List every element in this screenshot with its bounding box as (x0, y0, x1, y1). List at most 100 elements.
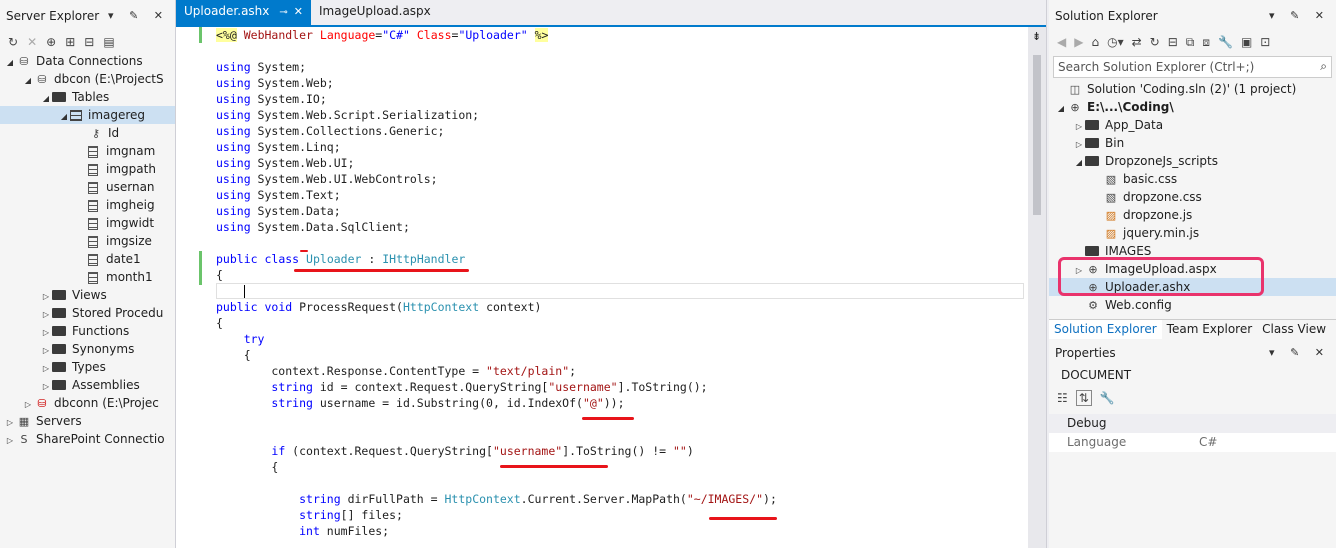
tree-item-label: Stored Procedu (72, 306, 164, 320)
connect-to-database-icon[interactable]: ⊕ (46, 35, 56, 49)
sync-icon[interactable]: ⇄ (1132, 35, 1142, 49)
properties-wrench-icon[interactable]: 🔧 (1218, 35, 1233, 49)
collapse-arrow-icon[interactable]: ◢ (22, 72, 34, 88)
tree-item[interactable]: ▧ dropzone.css (1049, 188, 1336, 206)
tree-item[interactable]: ◢ Tables (0, 88, 175, 106)
refresh-icon[interactable]: ↻ (8, 35, 18, 49)
home-icon[interactable]: ⌂ (1091, 35, 1099, 49)
scrollbar-thumb[interactable] (1033, 55, 1041, 215)
tree-item[interactable]: ▨ dropzone.js (1049, 206, 1336, 224)
forward-icon[interactable]: ▶ (1074, 35, 1083, 49)
tree-item[interactable]: ▷ Bin (1049, 134, 1336, 152)
tree-item[interactable]: ◢ ⛁ dbcon (E:\ProjectS (0, 70, 175, 88)
tree-item[interactable]: ▷ ▦ Servers (0, 412, 175, 430)
panel-window-buttons[interactable]: ▾ ✎ ✕ (108, 9, 169, 22)
editor-vertical-scrollbar[interactable]: ⇟ (1028, 27, 1046, 548)
tree-item[interactable]: imgsize (0, 232, 175, 250)
tree-item[interactable]: ◢ ⊕ E:\...\Coding\ (1049, 98, 1336, 116)
tree-item[interactable]: imgwidt (0, 214, 175, 232)
tree-item[interactable]: imgheig (0, 196, 175, 214)
view-code-icon[interactable]: ⊡ (1260, 35, 1270, 49)
copy-icon[interactable]: ⧉ (1186, 35, 1195, 50)
property-pages-icon[interactable]: 🔧 (1100, 391, 1115, 405)
expand-arrow-icon[interactable]: ▷ (40, 342, 52, 358)
expand-arrow-icon[interactable]: ▷ (40, 360, 52, 376)
splitter[interactable] (1046, 0, 1047, 548)
bottom-tab[interactable]: Solution Explorer (1049, 320, 1162, 339)
pin-tab-icon[interactable]: ⊸ (279, 7, 287, 18)
tree-item[interactable]: ▷ Functions (0, 322, 175, 340)
code-line: string dirFullPath = HttpContext.Current… (299, 492, 777, 506)
tree-item[interactable]: ◢ imagereg (0, 106, 175, 124)
tree-item[interactable]: ▷ Types (0, 358, 175, 376)
tree-item[interactable]: ▨ jquery.min.js (1049, 224, 1336, 242)
properties-object-selector[interactable]: DOCUMENT (1049, 364, 1336, 386)
panel-window-buttons[interactable]: ▾ ✎ ✕ (1269, 9, 1330, 22)
annotation-underline (294, 269, 469, 272)
expand-arrow-icon[interactable]: ▷ (1073, 118, 1085, 134)
expand-arrow-icon[interactable]: ▷ (22, 396, 34, 412)
tree-item-label: dbcon (E:\ProjectS (54, 72, 164, 86)
editor-tab[interactable]: ImageUpload.aspx (311, 0, 439, 25)
tree-item[interactable]: month1 (0, 268, 175, 286)
tree-item[interactable]: ⚷ Id (0, 124, 175, 142)
column-icon (88, 199, 98, 212)
tree-item[interactable]: imgnam (0, 142, 175, 160)
editor-tab-strip: Uploader.ashx ⊸ ✕ ImageUpload.aspx (176, 0, 1046, 27)
expand-arrow-icon[interactable]: ▷ (40, 324, 52, 340)
tree-item[interactable]: imgpath (0, 160, 175, 178)
properties-icon[interactable]: ▤ (103, 35, 114, 49)
bottom-tab[interactable]: Team Explorer (1162, 320, 1258, 339)
tree-item[interactable]: ▷ Assemblies (0, 376, 175, 394)
code-area[interactable]: <%@ WebHandler Language="C#" Class="Uplo… (176, 27, 1028, 548)
preview-icon[interactable]: ▣ (1241, 35, 1252, 49)
refresh-icon[interactable]: ↻ (1150, 35, 1160, 49)
tree-item[interactable]: ▷ ⛁ dbconn (E:\Projec (0, 394, 175, 412)
tree-item[interactable]: ▷ S SharePoint Connectio (0, 430, 175, 448)
tree-item[interactable]: ◫ Solution 'Coding.sln (2)' (1 project) (1049, 80, 1336, 98)
tree-item[interactable]: ▷ App_Data (1049, 116, 1336, 134)
bottom-tab[interactable]: Class View (1257, 320, 1331, 339)
alphabetical-icon[interactable]: ⇅ (1075, 390, 1092, 406)
tree-item[interactable]: ▧ basic.css (1049, 170, 1336, 188)
solution-search-input[interactable]: Search Solution Explorer (Ctrl+;) ⌕ (1053, 56, 1332, 78)
editor-tab[interactable]: Uploader.ashx ⊸ ✕ (176, 0, 311, 25)
expand-arrow-icon[interactable]: ▷ (4, 432, 16, 448)
collapse-arrow-icon[interactable]: ◢ (40, 90, 52, 106)
tree-item[interactable]: usernan (0, 178, 175, 196)
expand-arrow-icon[interactable]: ▷ (40, 288, 52, 304)
show-all-files-icon[interactable]: ⧈ (1202, 35, 1210, 50)
folder-icon (52, 343, 66, 354)
panel-window-buttons[interactable]: ▾ ✎ ✕ (1269, 346, 1330, 359)
expand-arrow-icon[interactable]: ▷ (40, 378, 52, 394)
folder-icon (1085, 155, 1099, 166)
search-icon[interactable]: ⌕ (1320, 59, 1327, 74)
collapse-arrow-icon[interactable]: ◢ (58, 108, 70, 124)
categorized-icon[interactable]: ☷ (1057, 391, 1068, 405)
split-window-icon[interactable]: ⇟ (1032, 30, 1041, 43)
connect-to-sharepoint-icon[interactable]: ⊟ (84, 35, 94, 49)
collapse-arrow-icon[interactable]: ◢ (4, 54, 16, 70)
expand-arrow-icon[interactable]: ▷ (4, 414, 16, 430)
property-row[interactable]: Language C# (1049, 433, 1336, 452)
tree-item-label: imgheig (106, 198, 155, 212)
expand-arrow-icon[interactable]: ▷ (40, 306, 52, 322)
tree-item[interactable]: ⚙ Web.config (1049, 296, 1336, 314)
properties-category[interactable]: Debug (1049, 414, 1336, 433)
tree-item[interactable]: ▷ Views (0, 286, 175, 304)
collapse-arrow-icon[interactable]: ◢ (1073, 154, 1085, 170)
collapse-all-icon[interactable]: ⊟ (1168, 35, 1178, 49)
expand-arrow-icon[interactable]: ▷ (1073, 136, 1085, 152)
back-icon[interactable]: ◀ (1057, 35, 1066, 49)
collapse-arrow-icon[interactable]: ◢ (1055, 100, 1067, 116)
tree-item[interactable]: ◢ DropzoneJs_scripts (1049, 152, 1336, 170)
stop-icon[interactable]: ✕ (27, 35, 37, 49)
code-line: using System.Data; (216, 204, 341, 218)
close-tab-icon[interactable]: ✕ (294, 5, 303, 18)
history-icon[interactable]: ◷▾ (1107, 35, 1124, 49)
tree-item[interactable]: ▷ Stored Procedu (0, 304, 175, 322)
tree-item[interactable]: ▷ Synonyms (0, 340, 175, 358)
tree-item[interactable]: ◢ ⛁ Data Connections (0, 52, 175, 70)
connect-to-server-icon[interactable]: ⊞ (65, 35, 75, 49)
tree-item[interactable]: date1 (0, 250, 175, 268)
